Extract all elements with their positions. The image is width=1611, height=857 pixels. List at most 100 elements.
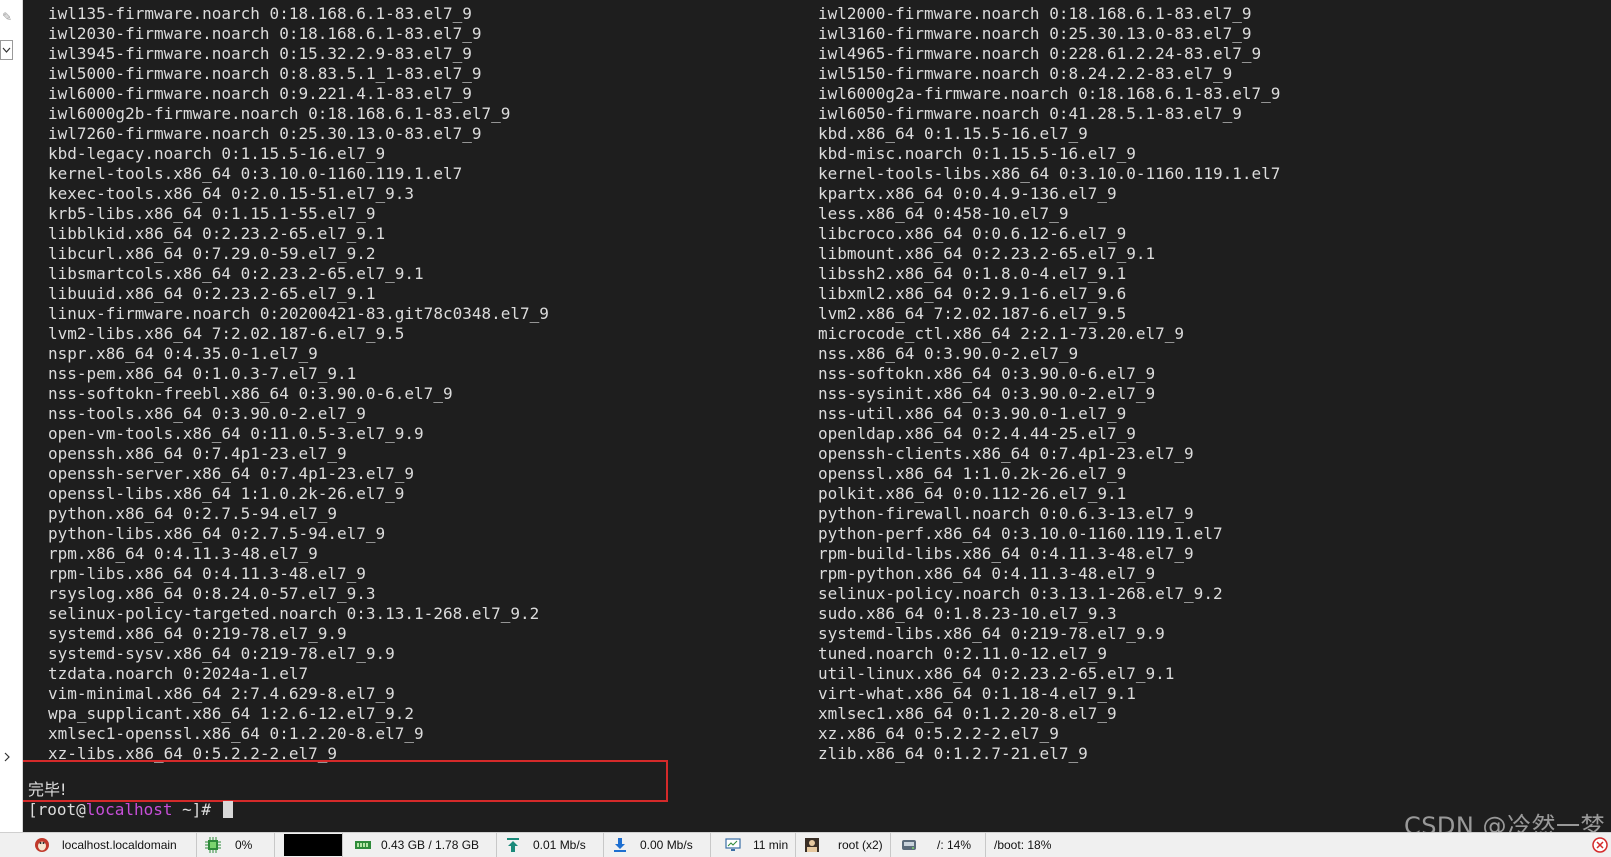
- highlight-annotation-box: [23, 760, 668, 802]
- watermark: CSDN @冷然一梦: [1403, 812, 1605, 832]
- package-line: iwl4965-firmware.noarch 0:228.61.2.24-83…: [818, 44, 1262, 63]
- text-cursor: [222, 801, 233, 818]
- package-line: tuned.noarch 0:2.11.0-12.el7_9: [818, 644, 1107, 663]
- package-line: libcurl.x86_64 0:7.29.0-59.el7_9.2: [48, 244, 376, 263]
- package-line: open-vm-tools.x86_64 0:11.0.5-3.el7_9.9: [48, 424, 424, 443]
- package-line: libxml2.x86_64 0:2.9.1-6.el7_9.6: [818, 284, 1127, 303]
- package-line: libblkid.x86_64 0:2.23.2-65.el7_9.1: [48, 224, 386, 243]
- package-line: rpm-libs.x86_64 0:4.11.3-48.el7_9: [48, 564, 366, 583]
- package-line: openssl-libs.x86_64 1:1.0.2k-26.el7_9: [48, 484, 405, 503]
- package-line: wpa_supplicant.x86_64 1:2.6-12.el7_9.2: [48, 704, 415, 723]
- status-cpu[interactable]: 0%: [197, 833, 275, 857]
- download-arrow-icon: [614, 838, 626, 852]
- package-line: iwl5000-firmware.noarch 0:8.83.5.1_1-83.…: [48, 64, 482, 83]
- upload-arrow-icon: [507, 838, 519, 852]
- status-host[interactable]: localhost.localdomain: [0, 833, 197, 857]
- status-bar: localhost.localdomain 0% 0.43 GB / 1.78 …: [0, 832, 1611, 857]
- status-disk-boot[interactable]: /boot: 18%: [986, 833, 1078, 857]
- package-line: iwl3160-firmware.noarch 0:25.30.13.0-83.…: [818, 24, 1252, 43]
- package-line: xmlsec1-openssl.x86_64 0:1.2.20-8.el7_9: [48, 724, 424, 743]
- package-line: libcroco.x86_64 0:0.6.12-6.el7_9: [818, 224, 1127, 243]
- status-upload-label: 0.01 Mb/s: [533, 838, 586, 852]
- package-line: iwl6050-firmware.noarch 0:41.28.5.1-83.e…: [818, 104, 1242, 123]
- package-line: iwl5150-firmware.noarch 0:8.24.2.2-83.el…: [818, 64, 1233, 83]
- package-line: kbd-legacy.noarch 0:1.15.5-16.el7_9: [48, 144, 386, 163]
- package-line: kernel-tools.x86_64 0:3.10.0-1160.119.1.…: [48, 164, 463, 183]
- package-line: nss-sysinit.x86_64 0:3.90.0-2.el7_9: [818, 384, 1156, 403]
- package-list-left: iwl135-firmware.noarch 0:18.168.6.1-83.e…: [48, 4, 549, 764]
- package-line: iwl7260-firmware.noarch 0:25.30.13.0-83.…: [48, 124, 482, 143]
- package-line: lvm2.x86_64 7:2.02.187-6.el7_9.5: [818, 304, 1127, 323]
- package-line: python-firewall.noarch 0:0.6.3-13.el7_9: [818, 504, 1194, 523]
- prompt-host: localhost: [85, 800, 173, 819]
- package-line: iwl6000-firmware.noarch 0:9.221.4.1-83.e…: [48, 84, 472, 103]
- package-line: iwl3945-firmware.noarch 0:15.32.2.9-83.e…: [48, 44, 472, 63]
- package-line: kexec-tools.x86_64 0:2.0.15-51.el7_9.3: [48, 184, 415, 203]
- package-line: rpm-build-libs.x86_64 0:4.11.3-48.el7_9: [818, 544, 1194, 563]
- package-line: rpm.x86_64 0:4.11.3-48.el7_9: [48, 544, 318, 563]
- package-list-right: iwl2000-firmware.noarch 0:18.168.6.1-83.…: [818, 4, 1280, 764]
- close-icon[interactable]: [1592, 837, 1608, 853]
- package-line: lvm2-libs.x86_64 7:2.02.187-6.el7_9.5: [48, 324, 405, 343]
- package-line: python-libs.x86_64 0:2.7.5-94.el7_9: [48, 524, 386, 543]
- package-line: nss-tools.x86_64 0:3.90.0-2.el7_9: [48, 404, 366, 423]
- status-uptime[interactable]: 11 min: [711, 833, 796, 857]
- shell-prompt[interactable]: [root@localhost ~]#: [28, 800, 233, 820]
- package-line: virt-what.x86_64 0:1.18-4.el7_9.1: [818, 684, 1136, 703]
- package-line: systemd-libs.x86_64 0:219-78.el7_9.9: [818, 624, 1165, 643]
- chevron-right-icon[interactable]: [2, 752, 12, 762]
- package-line: iwl6000g2b-firmware.noarch 0:18.168.6.1-…: [48, 104, 511, 123]
- package-line: python.x86_64 0:2.7.5-94.el7_9: [48, 504, 337, 523]
- package-line: selinux-policy-targeted.noarch 0:3.13.1-…: [48, 604, 540, 623]
- status-download[interactable]: 0.00 Mb/s: [604, 833, 711, 857]
- package-line: libuuid.x86_64 0:2.23.2-65.el7_9.1: [48, 284, 376, 303]
- terminal-output[interactable]: iwl135-firmware.noarch 0:18.168.6.1-83.e…: [23, 0, 1611, 832]
- package-line: polkit.x86_64 0:0.112-26.el7_9.1: [818, 484, 1127, 503]
- package-line: iwl2000-firmware.noarch 0:18.168.6.1-83.…: [818, 4, 1252, 23]
- cpu-icon: [205, 837, 221, 853]
- package-line: nspr.x86_64 0:4.35.0-1.el7_9: [48, 344, 318, 363]
- package-line: krb5-libs.x86_64 0:1.15.1-55.el7_9: [48, 204, 376, 223]
- package-line: systemd.x86_64 0:219-78.el7_9.9: [48, 624, 347, 643]
- package-line: selinux-policy.noarch 0:3.13.1-268.el7_9…: [818, 584, 1223, 603]
- package-line: kpartx.x86_64 0:0.4.9-136.el7_9: [818, 184, 1117, 203]
- package-line: openssh-server.x86_64 0:7.4p1-23.el7_9: [48, 464, 415, 483]
- status-upload[interactable]: 0.01 Mb/s: [497, 833, 604, 857]
- package-line: zlib.x86_64 0:1.2.7-21.el7_9: [818, 744, 1088, 763]
- status-uptime-label: 11 min: [753, 838, 789, 852]
- package-line: openldap.x86_64 0:2.4.44-25.el7_9: [818, 424, 1136, 443]
- package-line: util-linux.x86_64 0:2.23.2-65.el7_9.1: [818, 664, 1175, 683]
- status-host-label: localhost.localdomain: [62, 838, 177, 852]
- pen-icon[interactable]: ✎: [2, 10, 16, 24]
- package-line: nss-softokn.x86_64 0:3.90.0-6.el7_9: [818, 364, 1156, 383]
- package-line: microcode_ctl.x86_64 2:2.1-73.20.el7_9: [818, 324, 1185, 343]
- dropdown-toggle[interactable]: [0, 40, 13, 60]
- user-icon: [805, 838, 819, 852]
- package-line: systemd-sysv.x86_64 0:219-78.el7_9.9: [48, 644, 395, 663]
- status-memory[interactable]: 0.43 GB / 1.78 GB: [342, 833, 497, 857]
- package-line: iwl2030-firmware.noarch 0:18.168.6.1-83.…: [48, 24, 482, 43]
- package-line: xz.x86_64 0:5.2.2-2.el7_9: [818, 724, 1059, 743]
- status-download-label: 0.00 Mb/s: [640, 838, 693, 852]
- status-cpu-label: 0%: [235, 838, 253, 852]
- status-user[interactable]: root (x2): [796, 833, 891, 857]
- package-line: vim-minimal.x86_64 2:7.4.629-8.el7_9: [48, 684, 395, 703]
- package-line: libmount.x86_64 0:2.23.2-65.el7_9.1: [818, 244, 1156, 263]
- package-line: kernel-tools-libs.x86_64 0:3.10.0-1160.1…: [818, 164, 1281, 183]
- left-gutter: ✎: [0, 0, 23, 832]
- prompt-rest: ~]#: [172, 800, 221, 819]
- status-disk-root[interactable]: /: 14%: [891, 833, 986, 857]
- status-disk-root-label: /: 14%: [937, 838, 972, 852]
- package-line: libssh2.x86_64 0:1.8.0-4.el7_9.1: [818, 264, 1127, 283]
- package-line: openssl.x86_64 1:1.0.2k-26.el7_9: [818, 464, 1127, 483]
- package-line: python-perf.x86_64 0:3.10.0-1160.119.1.e…: [818, 524, 1223, 543]
- package-line: rsyslog.x86_64 0:8.24.0-57.el7_9.3: [48, 584, 376, 603]
- status-memory-label: 0.43 GB / 1.78 GB: [381, 838, 480, 852]
- package-line: nss-softokn-freebl.x86_64 0:3.90.0-6.el7…: [48, 384, 453, 403]
- cpu-graph: [284, 834, 342, 856]
- package-line: xmlsec1.x86_64 0:1.2.20-8.el7_9: [818, 704, 1117, 723]
- done-message: 完毕!: [28, 780, 67, 799]
- package-line: nss-util.x86_64 0:3.90.0-1.el7_9: [818, 404, 1127, 423]
- disk-icon: [902, 840, 916, 850]
- monitor-icon: [725, 838, 741, 851]
